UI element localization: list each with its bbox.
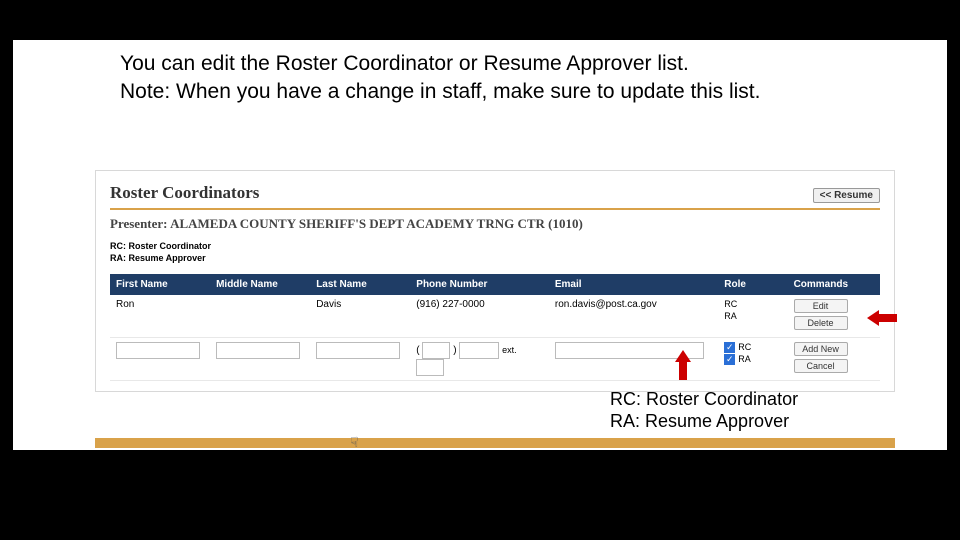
legend-rc: RC: Roster Coordinator <box>110 240 880 252</box>
phone-num-input[interactable] <box>459 342 499 359</box>
presenter-name: ALAMEDA COUNTY SHERIFF'S DEPT ACADEMY TR… <box>170 216 583 231</box>
cell-email: ron.davis@post.ca.gov <box>549 295 718 338</box>
annotation-rc: RC: Roster Coordinator <box>610 389 798 411</box>
table-row: Ron Davis (916) 227-0000 ron.davis@post.… <box>110 295 880 338</box>
edit-button[interactable]: Edit <box>794 299 848 313</box>
legend-block: RC: Roster Coordinator RA: Resume Approv… <box>110 236 880 274</box>
middle-name-input[interactable] <box>216 342 300 359</box>
cursor-icon: ☟ <box>350 434 359 451</box>
cancel-button[interactable]: Cancel <box>794 359 848 373</box>
ext-label: ext. <box>502 345 517 355</box>
col-role: Role <box>718 274 787 295</box>
cell-last: Davis <box>310 295 410 338</box>
last-name-input[interactable] <box>316 342 400 359</box>
phone-area-input[interactable] <box>422 342 450 359</box>
ra-checkbox-label: RA <box>738 354 751 364</box>
cell-phone: (916) 227-0000 <box>410 295 549 338</box>
resume-button[interactable]: << Resume <box>813 188 880 203</box>
heading-line-2: Note: When you have a change in staff, m… <box>120 78 840 106</box>
annotation-ra: RA: Resume Approver <box>610 411 798 433</box>
heading-line-1: You can edit the Roster Coordinator or R… <box>120 50 840 78</box>
col-phone: Phone Number <box>410 274 549 295</box>
presenter-label: Presenter: <box>110 216 168 231</box>
first-name-input[interactable] <box>116 342 200 359</box>
delete-button[interactable]: Delete <box>794 316 848 330</box>
col-middle: Middle Name <box>210 274 310 295</box>
col-commands: Commands <box>788 274 880 295</box>
rc-checkbox-label: RC <box>738 342 751 352</box>
cell-middle <box>210 295 310 338</box>
arrow-icon <box>673 350 693 380</box>
table-input-row: ( ) ext. ✓RC ✓RA <box>110 338 880 381</box>
legend-ra: RA: Resume Approver <box>110 252 880 264</box>
accent-bar <box>95 438 895 448</box>
ra-checkbox[interactable]: ✓ <box>724 354 735 365</box>
col-first: First Name <box>110 274 210 295</box>
panel-title: Roster Coordinators <box>110 183 259 203</box>
add-new-button[interactable]: Add New <box>794 342 848 356</box>
arrow-icon <box>867 308 897 328</box>
cell-role-rc: RC <box>724 299 781 310</box>
cell-first: Ron <box>110 295 210 338</box>
phone-ext-input[interactable] <box>416 359 444 376</box>
rc-checkbox[interactable]: ✓ <box>724 342 735 353</box>
col-last: Last Name <box>310 274 410 295</box>
annotation-block: RC: Roster Coordinator RA: Resume Approv… <box>610 389 798 432</box>
cell-role-ra: RA <box>724 311 781 322</box>
roster-panel: Roster Coordinators << Resume Presenter:… <box>95 170 895 392</box>
roster-table: First Name Middle Name Last Name Phone N… <box>110 274 880 381</box>
slide-heading: You can edit the Roster Coordinator or R… <box>120 50 840 107</box>
col-email: Email <box>549 274 718 295</box>
